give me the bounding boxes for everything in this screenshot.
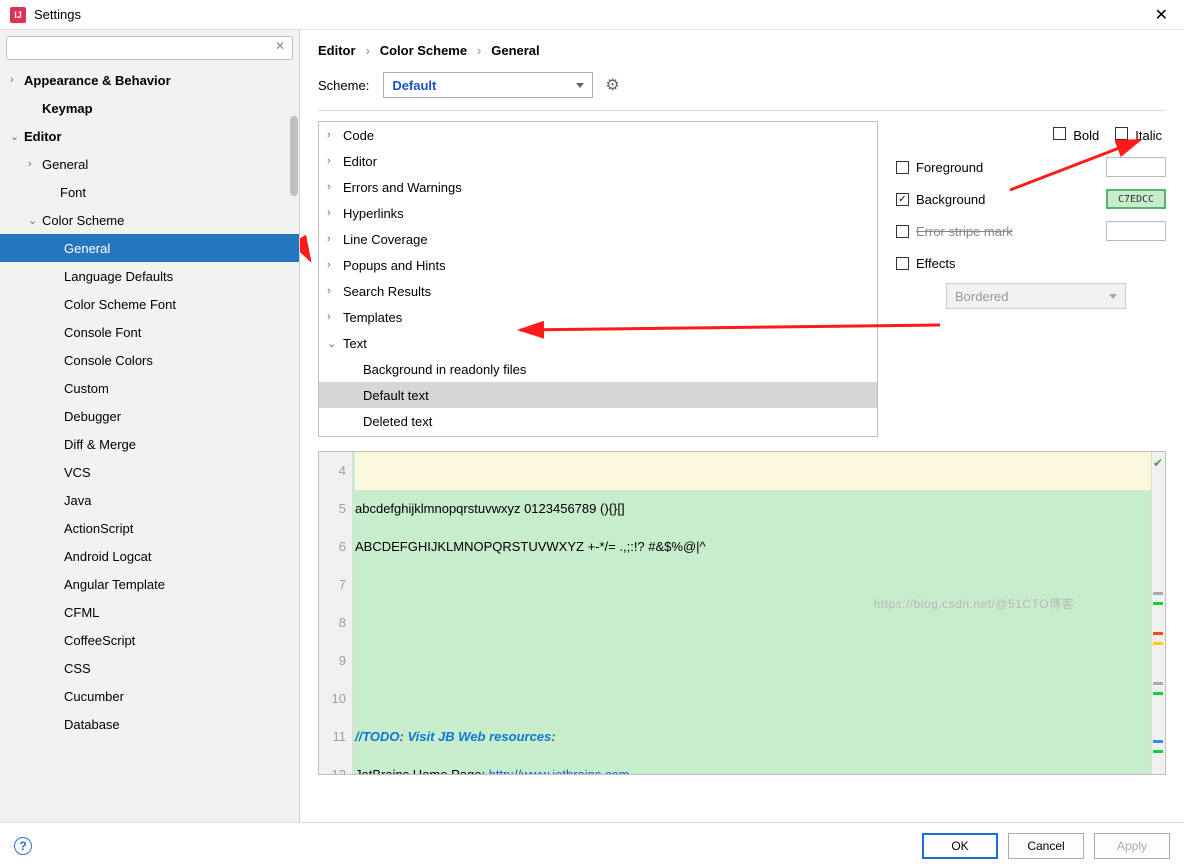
scrollbar-thumb[interactable] — [290, 116, 298, 196]
main: Editor › Color Scheme › General Scheme: … — [300, 30, 1184, 822]
settings-tree[interactable]: ›Appearance & Behavior Keymap ⌄Editor ›G… — [0, 66, 299, 822]
app-icon: IJ — [10, 7, 26, 23]
tree-cs-font[interactable]: Color Scheme Font — [0, 290, 299, 318]
opt-error-stripe[interactable]: Error stripe mark — [896, 215, 1166, 247]
scheme-row: Scheme: Default ⚙ — [318, 72, 1166, 98]
cat-popups[interactable]: ›Popups and Hints — [319, 252, 877, 278]
code-link[interactable]: http://www.jetbrains.com — [489, 767, 630, 774]
cat-search-results[interactable]: ›Search Results — [319, 278, 877, 304]
cat-deleted-text[interactable]: Deleted text — [319, 408, 877, 434]
tree-css[interactable]: CSS — [0, 654, 299, 682]
cat-default-text[interactable]: Default text — [319, 382, 877, 408]
crumb-editor[interactable]: Editor — [318, 43, 356, 58]
cat-hyperlinks[interactable]: ›Hyperlinks — [319, 200, 877, 226]
ok-button[interactable]: OK — [922, 833, 998, 859]
tree-debugger[interactable]: Debugger — [0, 402, 299, 430]
tree-actionscript[interactable]: ActionScript — [0, 514, 299, 542]
divider — [318, 110, 1166, 111]
help-icon[interactable]: ? — [14, 837, 32, 855]
cancel-button[interactable]: Cancel — [1008, 833, 1084, 859]
scheme-select[interactable]: Default — [383, 72, 593, 98]
tree-android-logcat[interactable]: Android Logcat — [0, 542, 299, 570]
opt-bold[interactable]: Bold — [1053, 127, 1099, 143]
tree-custom[interactable]: Custom — [0, 374, 299, 402]
titlebar: IJ Settings ✕ — [0, 0, 1184, 30]
scheme-label: Scheme: — [318, 78, 369, 93]
code-todo: //TODO: Visit JB Web resources: — [355, 729, 556, 744]
opt-background[interactable]: BackgroundC7EDCC — [896, 183, 1166, 215]
cat-editor[interactable]: ›Editor — [319, 148, 877, 174]
inspection-ok-icon: ✔ — [1153, 456, 1163, 470]
tree-cucumber[interactable]: Cucumber — [0, 682, 299, 710]
tree-console-colors[interactable]: Console Colors — [0, 346, 299, 374]
gutter: 456 789 101112 — [319, 452, 353, 774]
tree-coffeescript[interactable]: CoffeeScript — [0, 626, 299, 654]
content: ✕ ›Appearance & Behavior Keymap ⌄Editor … — [0, 30, 1184, 822]
crumb-sep: › — [365, 43, 369, 58]
cat-text[interactable]: ⌄Text — [319, 330, 877, 356]
code-line: ABCDEFGHIJKLMNOPQRSTUVWXYZ +-*/= .,;:!? … — [355, 539, 706, 554]
opt-italic[interactable]: Italic — [1115, 127, 1162, 143]
tree-vcs[interactable]: VCS — [0, 458, 299, 486]
background-swatch[interactable]: C7EDCC — [1106, 189, 1166, 209]
tree-console-font[interactable]: Console Font — [0, 318, 299, 346]
tree-database[interactable]: Database — [0, 710, 299, 738]
search-input[interactable] — [6, 36, 293, 60]
tree-keymap[interactable]: Keymap — [0, 94, 299, 122]
sidebar: ✕ ›Appearance & Behavior Keymap ⌄Editor … — [0, 30, 300, 822]
code: abcdefghijklmnopqrstuvwxyz 0123456789 ()… — [353, 452, 1165, 774]
tree-editor[interactable]: ⌄Editor — [0, 122, 299, 150]
tree-angular-template[interactable]: Angular Template — [0, 570, 299, 598]
options-panel: Bold Italic Foreground BackgroundC7EDCC … — [896, 121, 1166, 437]
tree-cfml[interactable]: CFML — [0, 598, 299, 626]
apply-button[interactable]: Apply — [1094, 833, 1170, 859]
preview-editor[interactable]: 456 789 101112 abcdefghijklmnopqrstuvwxy… — [318, 451, 1166, 775]
cat-code[interactable]: ›Code — [319, 122, 877, 148]
effects-dropdown[interactable]: Bordered — [946, 283, 1126, 309]
tree-color-scheme[interactable]: ⌄Color Scheme — [0, 206, 299, 234]
markers-gutter: ✔ — [1151, 452, 1165, 774]
tree-appearance[interactable]: ›Appearance & Behavior — [0, 66, 299, 94]
code-line: JetBrains Home Page: http://www.jetbrain… — [355, 767, 630, 774]
foreground-swatch[interactable] — [1106, 157, 1166, 177]
crumb-sep: › — [477, 43, 481, 58]
cat-templates[interactable]: ›Templates — [319, 304, 877, 330]
window-title: Settings — [34, 7, 1149, 22]
tree-lang-defaults[interactable]: Language Defaults — [0, 262, 299, 290]
search-clear-icon[interactable]: ✕ — [275, 39, 285, 53]
code-line: abcdefghijklmnopqrstuvwxyz 0123456789 ()… — [355, 501, 625, 516]
gear-icon[interactable]: ⚙ — [605, 75, 619, 95]
close-icon[interactable]: ✕ — [1149, 5, 1174, 25]
crumb-general: General — [491, 43, 539, 58]
opt-foreground[interactable]: Foreground — [896, 151, 1166, 183]
search-wrap: ✕ — [0, 30, 299, 66]
crumb-color-scheme[interactable]: Color Scheme — [380, 43, 467, 58]
detail-row: ›Code ›Editor ›Errors and Warnings ›Hype… — [318, 121, 1166, 437]
cat-bg-readonly[interactable]: Background in readonly files — [319, 356, 877, 382]
tree-cs-general[interactable]: General — [0, 234, 299, 262]
cat-line-coverage[interactable]: ›Line Coverage — [319, 226, 877, 252]
breadcrumb: Editor › Color Scheme › General — [318, 42, 1166, 58]
tree-java[interactable]: Java — [0, 486, 299, 514]
error-stripe-swatch[interactable] — [1106, 221, 1166, 241]
tree-diff-merge[interactable]: Diff & Merge — [0, 430, 299, 458]
category-list[interactable]: ›Code ›Editor ›Errors and Warnings ›Hype… — [318, 121, 878, 437]
opt-effects[interactable]: Effects — [896, 247, 1166, 279]
footer: ? OK Cancel Apply — [0, 822, 1184, 868]
tree-general[interactable]: ›General — [0, 150, 299, 178]
cat-errors[interactable]: ›Errors and Warnings — [319, 174, 877, 200]
tree-font[interactable]: Font — [0, 178, 299, 206]
